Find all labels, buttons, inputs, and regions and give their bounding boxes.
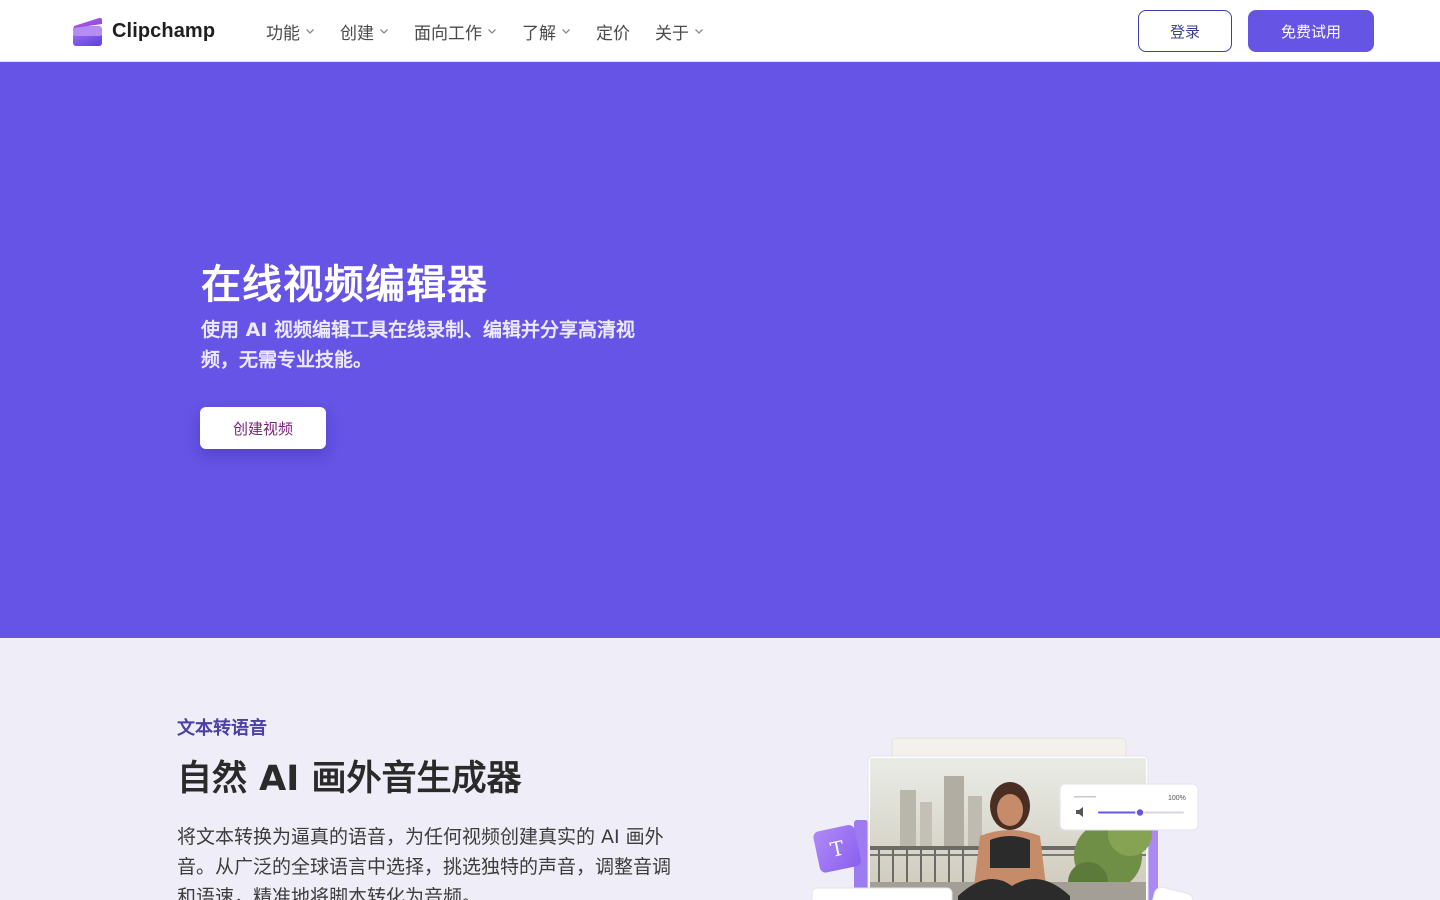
nav-item-pricing[interactable]: 定价 xyxy=(596,0,630,62)
clipchamp-logo-icon xyxy=(72,16,103,47)
nav-label: 功能 xyxy=(266,23,300,44)
hero-title: 在线视频编辑器 xyxy=(201,262,488,308)
chevron-down-icon xyxy=(562,29,570,34)
svg-text:100%: 100% xyxy=(1168,795,1186,802)
create-video-button[interactable]: 创建视频 xyxy=(200,407,326,449)
nav-item-for-work[interactable]: 面向工作 xyxy=(414,0,497,62)
main-nav: 功能 创建 面向工作 了解 定价 关于 xyxy=(266,0,729,62)
section-eyebrow: 文本转语音 xyxy=(177,718,267,739)
hero-section: 在线视频编辑器 使用 AI 视频编辑工具在线录制、编辑并分享高清视频，无需专业技… xyxy=(0,62,1440,638)
chevron-down-icon xyxy=(488,29,496,34)
brand-home-link[interactable]: Clipchamp xyxy=(72,14,215,48)
brand-name: Clipchamp xyxy=(112,19,216,42)
nav-label: 面向工作 xyxy=(414,23,482,44)
nav-label: 创建 xyxy=(340,23,374,44)
section-description: 将文本转换为逼真的语音，为任何视频创建真实的 AI 画外音。从广泛的全球语言中选… xyxy=(177,826,672,900)
voiceover-illustration: 100% T xyxy=(808,736,1208,900)
nav-item-about[interactable]: 关于 xyxy=(655,0,704,62)
nav-item-features[interactable]: 功能 xyxy=(266,0,315,62)
chevron-down-icon xyxy=(695,29,703,34)
login-button[interactable]: 登录 xyxy=(1138,10,1232,52)
nav-label: 定价 xyxy=(596,23,630,44)
nav-item-learn[interactable]: 了解 xyxy=(522,0,571,62)
top-navigation-bar: Clipchamp 功能 创建 面向工作 了解 定价 关于 登录 免费试用 xyxy=(0,0,1440,62)
nav-item-create[interactable]: 创建 xyxy=(340,0,389,62)
chevron-down-icon xyxy=(306,29,314,34)
free-trial-button[interactable]: 免费试用 xyxy=(1248,10,1374,52)
nav-label: 关于 xyxy=(655,23,689,44)
hero-subtitle: 使用 AI 视频编辑工具在线录制、编辑并分享高清视频，无需专业技能。 xyxy=(201,319,636,371)
text-to-speech-section: 文本转语音 自然 AI 画外音生成器 将文本转换为逼真的语音，为任何视频创建真实… xyxy=(0,638,1440,900)
nav-label: 了解 xyxy=(522,23,556,44)
chevron-down-icon xyxy=(380,29,388,34)
section-title: 自然 AI 画外音生成器 xyxy=(177,759,522,799)
